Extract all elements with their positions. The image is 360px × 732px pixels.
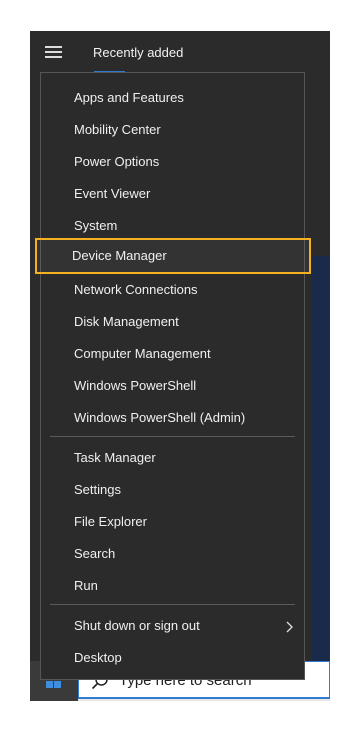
menu-item-shut-down-or-sign-out[interactable]: Shut down or sign out <box>41 611 304 641</box>
hamburger-menu-icon[interactable] <box>45 46 62 59</box>
tab-recently-added[interactable]: Recently added <box>93 45 183 60</box>
menu-item-mobility-center[interactable]: Mobility Center <box>41 115 304 145</box>
menu-item-windows-powershell-admin[interactable]: Windows PowerShell (Admin) <box>41 403 304 433</box>
menu-item-search[interactable]: Search <box>41 539 304 569</box>
menu-item-file-explorer[interactable]: File Explorer <box>41 507 304 537</box>
menu-item-settings[interactable]: Settings <box>41 475 304 505</box>
menu-item-apps-and-features[interactable]: Apps and Features <box>41 83 304 113</box>
menu-divider <box>50 436 295 437</box>
start-header: Recently added <box>30 31 330 75</box>
menu-item-computer-management[interactable]: Computer Management <box>41 339 304 369</box>
menu-item-disk-management[interactable]: Disk Management <box>41 307 304 337</box>
menu-item-network-connections[interactable]: Network Connections <box>41 275 304 305</box>
menu-item-label: Shut down or sign out <box>74 618 200 633</box>
menu-item-power-options[interactable]: Power Options <box>41 147 304 177</box>
menu-item-run[interactable]: Run <box>41 571 304 601</box>
menu-item-windows-powershell[interactable]: Windows PowerShell <box>41 371 304 401</box>
menu-item-desktop[interactable]: Desktop <box>41 643 304 673</box>
menu-item-label: Device Manager <box>72 248 167 263</box>
menu-item-device-manager[interactable]: Device Manager <box>35 238 311 274</box>
chevron-right-icon <box>286 621 293 633</box>
menu-item-event-viewer[interactable]: Event Viewer <box>41 179 304 209</box>
desktop-background <box>312 256 330 701</box>
menu-divider <box>50 604 295 605</box>
menu-item-task-manager[interactable]: Task Manager <box>41 443 304 473</box>
menu-item-system[interactable]: System <box>41 211 304 241</box>
winx-context-menu: Apps and Features Mobility Center Power … <box>40 72 305 680</box>
